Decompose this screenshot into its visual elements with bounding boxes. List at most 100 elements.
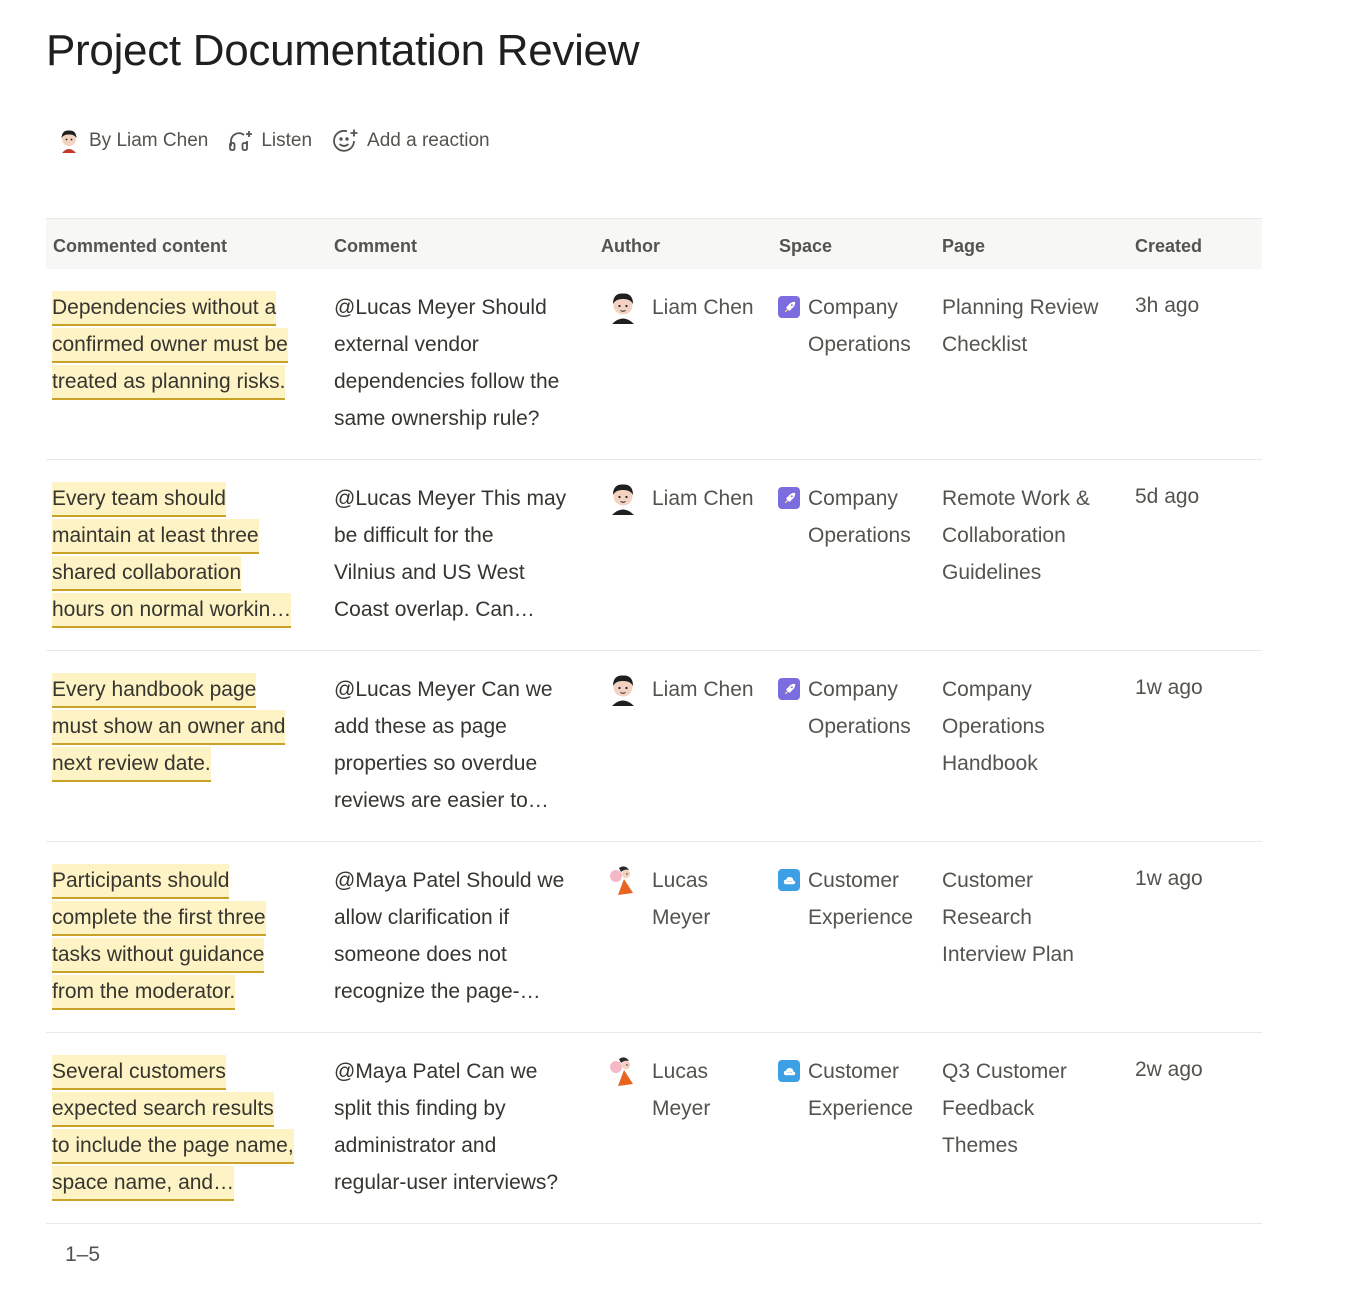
page-cell[interactable]: Planning Review Checklist bbox=[942, 289, 1122, 363]
highlighted-text-line: complete the first three bbox=[52, 899, 266, 936]
space-cell[interactable]: Company Operations bbox=[778, 289, 934, 363]
space-name: Customer bbox=[808, 869, 900, 892]
commented-content-cell[interactable]: Dependencies without a confirmed owner mu… bbox=[52, 289, 322, 400]
highlighted-text-line: shared collaboration bbox=[52, 554, 242, 591]
column-header-created[interactable]: Created bbox=[1135, 219, 1202, 269]
space-cell[interactable]: Company Operations bbox=[778, 480, 934, 554]
highlighted-text-line: Several customers bbox=[52, 1053, 226, 1090]
page-name: Collaboration bbox=[942, 524, 1066, 547]
commented-content-cell[interactable]: Participants should complete the first th… bbox=[52, 862, 322, 1010]
space-name: Customer bbox=[808, 1060, 900, 1083]
comment-text-line: dependencies follow the bbox=[334, 370, 560, 393]
space-name: Experience bbox=[808, 1097, 914, 1120]
page-name: Themes bbox=[942, 1134, 1018, 1157]
space-name: Operations bbox=[808, 524, 911, 547]
comment-cell[interactable]: @Maya Patel Should we allow clarification… bbox=[334, 862, 592, 1010]
avatar-liam-icon bbox=[612, 484, 634, 515]
table-row[interactable]: Several customers expected search results… bbox=[46, 1033, 1262, 1224]
page-name: Customer bbox=[942, 869, 1034, 892]
created-cell: 1w ago bbox=[1135, 671, 1255, 705]
created-time: 5d ago bbox=[1135, 485, 1200, 508]
comment-cell[interactable]: @Maya Patel Can we split this finding by a… bbox=[334, 1053, 592, 1201]
author-name: Liam Chen bbox=[652, 296, 754, 319]
highlighted-text-line: Every team should bbox=[52, 480, 226, 517]
comment-cell[interactable]: @Lucas Meyer Should external vendor depend… bbox=[334, 289, 592, 437]
column-header-comment[interactable]: Comment bbox=[334, 219, 417, 269]
created-time: 1w ago bbox=[1135, 676, 1203, 699]
comment-text-line: regular-user interviews? bbox=[334, 1171, 559, 1194]
comment-text-line: recognize the page-… bbox=[334, 980, 541, 1003]
comment-text-line: @Maya Patel Can we bbox=[334, 1060, 538, 1083]
page-cell[interactable]: Company Operations Handbook bbox=[942, 671, 1122, 782]
comments-table: Commented content Comment Author Space P… bbox=[46, 218, 1262, 1224]
space-name: Company bbox=[808, 487, 898, 510]
add-reaction-button[interactable]: Add a reaction bbox=[332, 128, 490, 154]
page-cell[interactable]: Customer Research Interview Plan bbox=[942, 862, 1122, 973]
space-name: Company bbox=[808, 678, 898, 701]
page-cell[interactable]: Q3 Customer Feedback Themes bbox=[942, 1053, 1122, 1164]
author-cell[interactable]: Lucas Meyer bbox=[606, 1053, 776, 1127]
column-header-author[interactable]: Author bbox=[601, 219, 660, 269]
commented-content-cell[interactable]: Every team should maintain at least three… bbox=[52, 480, 322, 628]
page-name: Planning Review bbox=[942, 296, 1099, 319]
author-cell[interactable]: Liam Chen bbox=[606, 671, 776, 708]
space-cell[interactable]: Customer Experience bbox=[778, 862, 934, 936]
space-name: Experience bbox=[808, 906, 914, 929]
created-time: 2w ago bbox=[1135, 1058, 1203, 1081]
pagination-range: 1–5 bbox=[65, 1243, 101, 1266]
highlighted-text-line: must show an owner and bbox=[52, 708, 286, 745]
table-row[interactable]: Every team should maintain at least three… bbox=[46, 460, 1262, 651]
comment-text-line: same ownership rule? bbox=[334, 407, 540, 430]
comment-text-line: split this finding by bbox=[334, 1097, 506, 1120]
space-cell[interactable]: Company Operations bbox=[778, 671, 934, 745]
page-name: Checklist bbox=[942, 333, 1028, 356]
table-row[interactable]: Participants should complete the first th… bbox=[46, 842, 1262, 1033]
author-cell[interactable]: Liam Chen bbox=[606, 289, 776, 326]
comment-cell[interactable]: @Lucas Meyer This may be difficult for th… bbox=[334, 480, 592, 628]
author-name: Meyer bbox=[652, 1097, 711, 1120]
rocket-icon bbox=[778, 296, 800, 318]
column-header-commented-content[interactable]: Commented content bbox=[53, 219, 227, 269]
table-row[interactable]: Every handbook page must show an owner an… bbox=[46, 651, 1262, 842]
page-name: Q3 Customer bbox=[942, 1060, 1067, 1083]
author-cell[interactable]: Lucas Meyer bbox=[606, 862, 776, 936]
highlighted-text-line: to include the page name, bbox=[52, 1127, 294, 1164]
column-header-page[interactable]: Page bbox=[942, 219, 985, 269]
highlighted-text-line: confirmed owner must be bbox=[52, 326, 288, 363]
created-time: 3h ago bbox=[1135, 294, 1200, 317]
comment-text-line: someone does not bbox=[334, 943, 507, 966]
created-cell: 2w ago bbox=[1135, 1053, 1255, 1087]
page-name: Interview Plan bbox=[942, 943, 1074, 966]
comment-cell[interactable]: @Lucas Meyer Can we add these as page prop… bbox=[334, 671, 592, 819]
comment-text-line: @Lucas Meyer Should bbox=[334, 296, 547, 319]
author-cell[interactable]: Liam Chen bbox=[606, 480, 776, 517]
rocket-icon bbox=[778, 678, 800, 700]
page-name: Guidelines bbox=[942, 561, 1042, 584]
space-cell[interactable]: Customer Experience bbox=[778, 1053, 934, 1127]
created-cell: 5d ago bbox=[1135, 480, 1255, 514]
page-title: Project Documentation Review bbox=[46, 26, 640, 75]
table-row[interactable]: Dependencies without a confirmed owner mu… bbox=[46, 269, 1262, 460]
space-name: Operations bbox=[808, 715, 911, 738]
comment-text-line: @Maya Patel Should we bbox=[334, 869, 565, 892]
page-name: Operations bbox=[942, 715, 1045, 738]
highlighted-text-line: from the moderator. bbox=[52, 973, 236, 1010]
add-reaction-label: Add a reaction bbox=[367, 130, 490, 151]
page-cell[interactable]: Remote Work & Collaboration Guidelines bbox=[942, 480, 1122, 591]
highlighted-text-line: hours on normal workin… bbox=[52, 591, 292, 628]
byline[interactable]: By Liam Chen bbox=[56, 127, 208, 155]
listen-button[interactable]: Listen bbox=[228, 129, 312, 153]
comment-text-line: properties so overdue bbox=[334, 752, 538, 775]
avatar-lucas-icon bbox=[610, 866, 633, 895]
commented-content-cell[interactable]: Every handbook page must show an owner an… bbox=[52, 671, 322, 782]
author-name: Lucas bbox=[652, 869, 709, 892]
table-header: Commented content Comment Author Space P… bbox=[46, 218, 1262, 269]
commented-content-cell[interactable]: Several customers expected search results… bbox=[52, 1053, 322, 1201]
comment-text-line: Coast overlap. Can… bbox=[334, 598, 535, 621]
listen-label: Listen bbox=[261, 130, 313, 151]
table-body: Dependencies without a confirmed owner mu… bbox=[46, 269, 1262, 1224]
comment-text-line: reviews are easier to… bbox=[334, 789, 549, 812]
comment-text-line: Vilnius and US West bbox=[334, 561, 525, 584]
column-header-space[interactable]: Space bbox=[779, 219, 832, 269]
highlighted-text-line: space name, and… bbox=[52, 1164, 235, 1201]
